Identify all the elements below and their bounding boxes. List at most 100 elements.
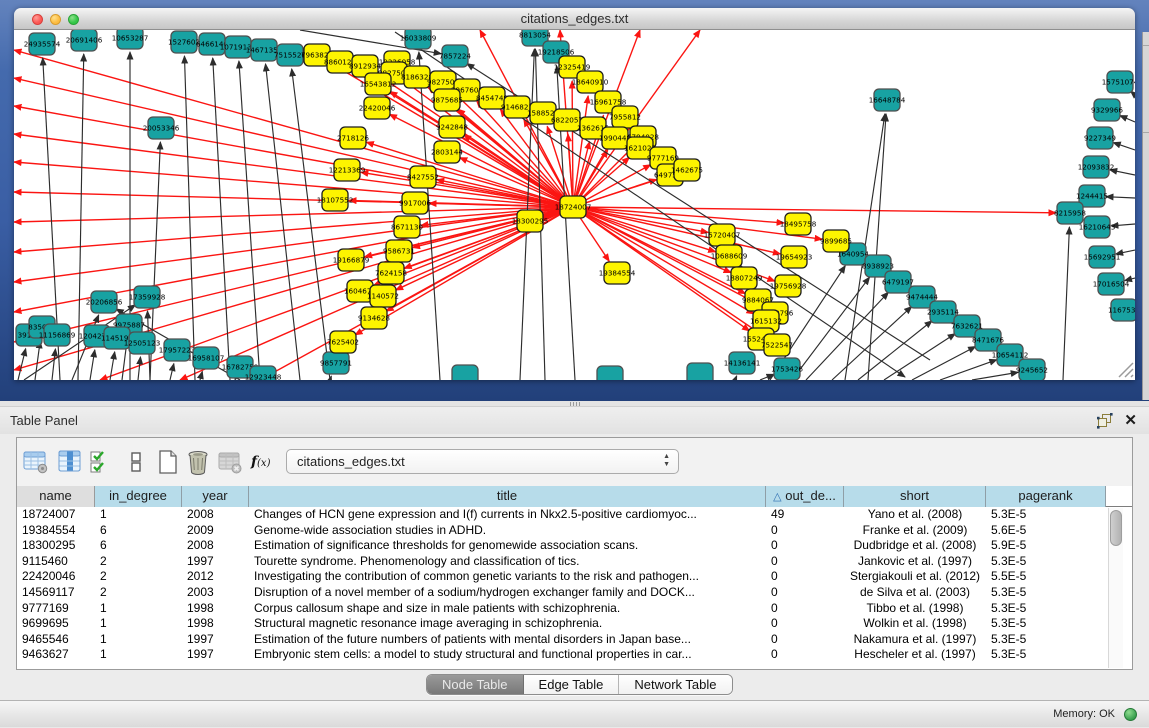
graph-node[interactable]: 9227349 (1084, 127, 1116, 149)
graph-node-hub[interactable]: 18724007 (555, 196, 592, 218)
cell-short[interactable]: Stergiakouli et al. (2012) (844, 569, 986, 585)
edge[interactable] (138, 357, 140, 380)
graph-node[interactable]: 18495758 (780, 213, 817, 235)
float-panel-icon[interactable] (1097, 413, 1113, 429)
graph-node[interactable]: 16648784 (869, 89, 906, 111)
network-canvas[interactable]: 2493557420691406106532872005334615276026… (14, 30, 1135, 380)
select-columns-checklist-icon[interactable] (89, 449, 115, 475)
graph-node[interactable]: 8671130 (391, 216, 423, 238)
edge[interactable] (90, 350, 95, 380)
cell-year[interactable]: 1997 (182, 554, 249, 570)
graph-node[interactable]: 16958107 (188, 347, 225, 369)
graph-node[interactable]: 12213369 (329, 159, 366, 181)
cell-pagerank[interactable]: 5.3E-5 (986, 601, 1106, 617)
edge[interactable] (330, 376, 331, 380)
edge[interactable] (735, 376, 737, 380)
cell-pagerank[interactable]: 5.3E-5 (986, 616, 1106, 632)
edge[interactable] (170, 364, 174, 380)
graph-node[interactable]: 10653287 (112, 30, 149, 49)
graph-node[interactable]: 20053346 (143, 117, 180, 139)
cell-name[interactable]: 22420046 (17, 569, 95, 585)
graph-node[interactable]: 19654923 (776, 246, 813, 268)
graph-node[interactable]: 9917006 (399, 192, 431, 214)
graph-node[interactable]: 16033809 (400, 30, 437, 49)
graph-node[interactable]: 7624158 (375, 262, 407, 284)
cell-title[interactable]: Embryonic stem cells: a model to study s… (249, 647, 766, 663)
row-boxes-icon[interactable] (123, 449, 149, 475)
cell-name[interactable]: 18300295 (17, 538, 95, 554)
splitter-grip-icon[interactable] (570, 402, 580, 406)
cell-title[interactable]: Investigating the contribution of common… (249, 569, 766, 585)
cell-year[interactable]: 1997 (182, 647, 249, 663)
cell-out_de[interactable]: 0 (766, 601, 844, 617)
table-row[interactable]: 1456911722003Disruption of a novel membe… (17, 585, 1132, 601)
cell-title[interactable]: Corpus callosum shape and size in male p… (249, 601, 766, 617)
cell-in_degree[interactable]: 1 (95, 507, 182, 523)
cell-pagerank[interactable]: 5.3E-5 (986, 632, 1106, 648)
edge[interactable] (1113, 143, 1135, 150)
cell-pagerank[interactable]: 5.9E-5 (986, 538, 1106, 554)
cell-title[interactable]: Disruption of a novel member of a sodium… (249, 585, 766, 601)
cell-pagerank[interactable]: 5.5E-5 (986, 569, 1106, 585)
cell-in_degree[interactable]: 6 (95, 523, 182, 539)
cell-pagerank[interactable]: 5.3E-5 (986, 507, 1106, 523)
graph-node[interactable]: 14136141 (724, 352, 761, 374)
tab-node-table[interactable]: Node Table (427, 675, 524, 694)
cell-out_de[interactable]: 49 (766, 507, 844, 523)
graph-node[interactable]: 9134628 (358, 307, 390, 329)
cell-title[interactable]: Structural magnetic resonance image aver… (249, 616, 766, 632)
table-settings-icon[interactable] (23, 449, 49, 475)
table-row[interactable]: 946554611997Estimation of the future num… (17, 632, 1132, 648)
graph-node[interactable]: 7857224 (439, 45, 471, 67)
edge[interactable] (868, 114, 886, 380)
cell-name[interactable]: 9465546 (17, 632, 95, 648)
graph-node[interactable]: 12093832 (1078, 156, 1115, 178)
graph-node[interactable]: 7522547 (761, 334, 793, 356)
edge[interactable] (200, 372, 202, 380)
graph-node[interactable]: 11156869 (39, 324, 76, 346)
graph-node[interactable]: 18300295 (512, 210, 549, 232)
graph-node[interactable]: 9586731 (383, 240, 415, 262)
cell-name[interactable]: 9777169 (17, 601, 95, 617)
graph-node[interactable]: 9245652 (1016, 359, 1048, 380)
graph-node[interactable] (452, 365, 478, 380)
function-builder-icon[interactable]: f(x) (251, 449, 281, 475)
cell-in_degree[interactable]: 6 (95, 538, 182, 554)
graph-node[interactable]: 17016504 (1093, 273, 1130, 295)
cell-title[interactable]: Genome-wide association studies in ADHD. (249, 523, 766, 539)
graph-node[interactable]: 16543812 (360, 73, 397, 95)
cell-out_de[interactable]: 0 (766, 538, 844, 554)
cell-year[interactable]: 1997 (182, 632, 249, 648)
graph-node[interactable]: 18640910 (572, 71, 609, 93)
table-row[interactable]: 946362711997Embryonic stem cells: a mode… (17, 647, 1132, 663)
edge[interactable] (52, 349, 55, 380)
selected-edge[interactable] (14, 192, 573, 207)
graph-node[interactable]: 8427552 (407, 166, 439, 188)
cell-title[interactable]: Estimation of the future numbers of pati… (249, 632, 766, 648)
column-header-out_de[interactable]: △ out_de... (766, 486, 844, 507)
cell-in_degree[interactable]: 2 (95, 569, 182, 585)
cell-year[interactable]: 2008 (182, 507, 249, 523)
graph-node[interactable]: 1167533 (1108, 299, 1135, 321)
new-column-document-icon[interactable] (155, 449, 181, 475)
table-row[interactable]: 977716911998Corpus callosum shape and si… (17, 601, 1132, 617)
column-visibility-icon[interactable] (57, 449, 83, 475)
cell-year[interactable]: 2012 (182, 569, 249, 585)
cell-in_degree[interactable]: 2 (95, 554, 182, 570)
table-row[interactable]: 2242004622012Investigating the contribut… (17, 569, 1132, 585)
graph-node[interactable]: 19384554 (599, 262, 636, 284)
cell-title[interactable]: Tourette syndrome. Phenomenology and cla… (249, 554, 766, 570)
close-panel-icon[interactable]: ✕ (1124, 411, 1137, 429)
graph-node[interactable]: 18107552 (317, 189, 354, 211)
table-row[interactable]: 1938455462009Genome-wide association stu… (17, 523, 1132, 539)
graph-node[interactable]: 9857791 (320, 352, 352, 374)
graph-node[interactable] (597, 366, 623, 380)
graph-node[interactable]: 2803144 (431, 141, 463, 163)
edge[interactable] (18, 349, 26, 380)
cell-name[interactable]: 19384554 (17, 523, 95, 539)
graph-node[interactable]: 1462675 (671, 159, 703, 181)
cell-in_degree[interactable]: 1 (95, 616, 182, 632)
graph-node[interactable]: 1140572 (367, 285, 399, 307)
cell-out_de[interactable]: 0 (766, 647, 844, 663)
edge[interactable] (972, 372, 1018, 380)
